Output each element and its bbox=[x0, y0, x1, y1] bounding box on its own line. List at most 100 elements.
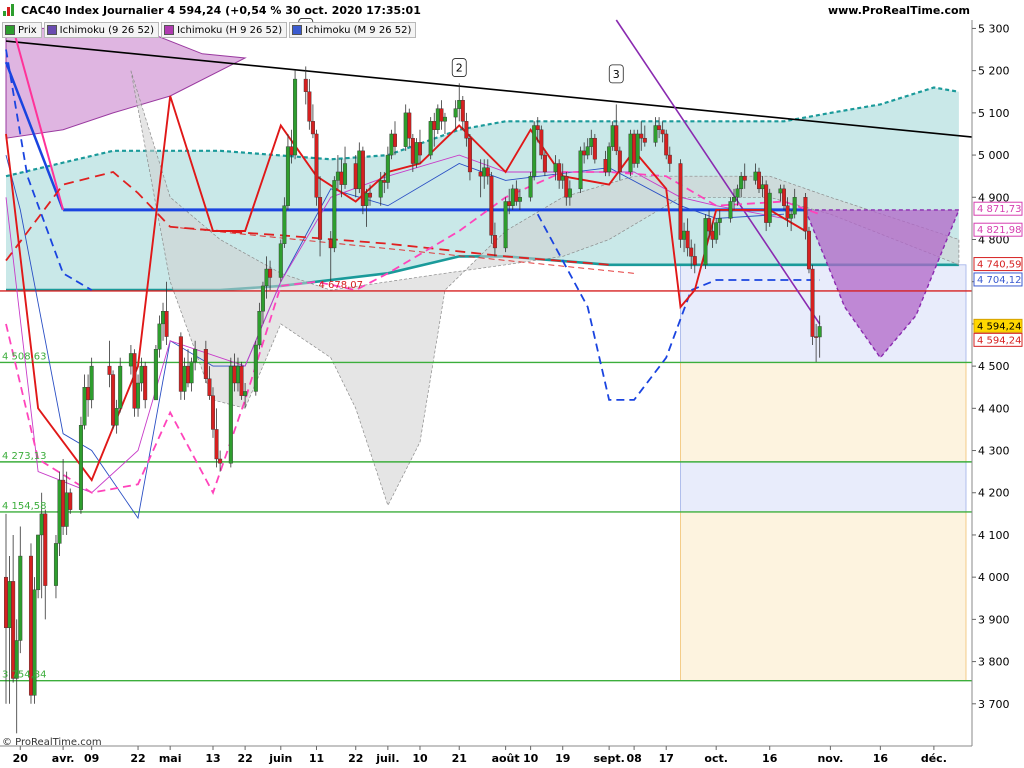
candle-body-109 bbox=[560, 175, 565, 181]
candle-body-122 bbox=[628, 133, 633, 173]
candle-body-114 bbox=[585, 146, 590, 156]
x-tick-label-3: 22 bbox=[130, 752, 145, 765]
price-badge-4: 4 594,24 bbox=[977, 321, 1022, 332]
candle-body-95 bbox=[489, 175, 494, 236]
candle-body-155 bbox=[789, 213, 794, 219]
candle-body-92 bbox=[478, 171, 483, 177]
candle-body-104 bbox=[535, 125, 540, 130]
candle-body-96 bbox=[492, 235, 497, 249]
candle-body-28 bbox=[153, 349, 158, 401]
instrument-title: CAC40 Index Journalier 4 594,24 (+0,54 %… bbox=[21, 3, 421, 17]
candle-body-51 bbox=[268, 268, 273, 278]
price-badge-1: 4 821,98 bbox=[977, 225, 1022, 236]
legend-swatch-icon bbox=[5, 25, 15, 35]
y-axis-panel bbox=[972, 20, 1024, 746]
candle-body-157 bbox=[803, 197, 808, 232]
candle-body-148 bbox=[757, 171, 762, 190]
candle-body-74 bbox=[385, 154, 390, 183]
x-tick-label-4: mai bbox=[159, 752, 182, 765]
candle-body-150 bbox=[764, 184, 769, 223]
candle-body-63 bbox=[332, 180, 337, 249]
candle-body-33 bbox=[182, 365, 187, 392]
site-url[interactable]: www.ProRealTime.com bbox=[828, 0, 970, 20]
candle-body-105 bbox=[539, 129, 544, 156]
x-tick-label-13: août bbox=[492, 752, 520, 765]
y-tick-label-0: 3 700 bbox=[978, 698, 1010, 711]
candle-body-18 bbox=[89, 365, 94, 401]
candle-body-142 bbox=[728, 201, 733, 219]
candle-body-126 bbox=[642, 137, 647, 143]
price-badge-5: 4 594,24 bbox=[977, 335, 1022, 346]
candle-body-30 bbox=[161, 311, 166, 325]
x-tick-label-23: déc. bbox=[921, 752, 947, 765]
legend-label: Ichimoku (H 9 26 52) bbox=[177, 24, 283, 36]
candle-body-138 bbox=[707, 218, 712, 232]
price-chart[interactable]: 4 508,63 4 273,13 4 154,58 3 754,84 4 678,07… bbox=[0, 0, 1024, 768]
x-tick-label-0: 20 bbox=[13, 752, 29, 765]
candle-body-22 bbox=[118, 365, 123, 409]
candle-body-87 bbox=[453, 108, 458, 118]
legend-swatch-icon bbox=[46, 25, 57, 35]
candle-body-68 bbox=[357, 150, 362, 190]
candle-body-70 bbox=[364, 192, 369, 206]
y-tick-label-15: 5 200 bbox=[978, 65, 1010, 78]
price-badge-0: 4 871,73 bbox=[977, 204, 1022, 215]
candle-body-24 bbox=[132, 353, 137, 409]
candle-body-59 bbox=[310, 121, 315, 135]
candle-body-57 bbox=[303, 78, 308, 92]
bar-chart-icon bbox=[3, 4, 17, 16]
x-tick-label-9: 22 bbox=[348, 752, 363, 765]
candle-body-100 bbox=[514, 188, 519, 202]
candle-body-161 bbox=[817, 326, 822, 338]
candle-body-118 bbox=[607, 146, 612, 173]
candle-body-1 bbox=[7, 581, 12, 629]
y-tick-label-13: 5 000 bbox=[978, 149, 1010, 162]
candle-body-10 bbox=[53, 543, 58, 586]
candle-body-21 bbox=[114, 408, 119, 426]
projection-box-orange-2 bbox=[680, 511, 967, 682]
candle-body-0 bbox=[3, 576, 8, 629]
candle-body-156 bbox=[792, 197, 797, 215]
candle-body-38 bbox=[207, 378, 212, 396]
candle-body-66 bbox=[343, 163, 348, 185]
candle-body-42 bbox=[228, 365, 233, 464]
candle-body-13 bbox=[64, 492, 69, 527]
candle-body-79 bbox=[410, 137, 415, 164]
candle-body-134 bbox=[685, 230, 690, 249]
candle-body-139 bbox=[710, 230, 715, 240]
candle-body-137 bbox=[703, 218, 708, 266]
candle-body-131 bbox=[667, 154, 672, 164]
candle-body-146 bbox=[742, 175, 747, 181]
candle-body-125 bbox=[639, 133, 644, 139]
y-tick-label-3: 4 000 bbox=[978, 571, 1010, 584]
candle-body-75 bbox=[389, 133, 394, 156]
candle-body-76 bbox=[392, 133, 397, 147]
legend-item-1[interactable]: Ichimoku (9 26 52) bbox=[43, 22, 160, 38]
projection-box-blue-2 bbox=[680, 461, 967, 513]
x-tick-label-15: 19 bbox=[555, 752, 570, 765]
level-label-4: 4 678,07 bbox=[318, 280, 363, 291]
x-tick-label-19: oct. bbox=[704, 752, 728, 765]
candle-body-16 bbox=[82, 387, 87, 426]
candle-body-99 bbox=[510, 188, 515, 206]
legend-item-0[interactable]: Prix bbox=[2, 22, 42, 38]
y-tick-label-8: 4 500 bbox=[978, 360, 1010, 373]
price-badge-3: 4 704,12 bbox=[977, 275, 1022, 286]
x-tick-label-22: 16 bbox=[873, 752, 889, 765]
candle-body-72 bbox=[378, 180, 383, 198]
legend-item-2[interactable]: Ichimoku (H 9 26 52) bbox=[161, 22, 288, 38]
legend-item-3[interactable]: Ichimoku (M 9 26 52) bbox=[289, 22, 417, 38]
candle-body-97 bbox=[503, 201, 508, 249]
candle-body-26 bbox=[139, 365, 144, 384]
x-tick-label-18: 17 bbox=[659, 752, 674, 765]
candle-body-64 bbox=[335, 171, 340, 181]
candle-body-77 bbox=[403, 112, 408, 147]
candle-body-123 bbox=[632, 133, 637, 164]
prorealtime-chart-window: 4 508,63 4 273,13 4 154,58 3 754,84 4 678,07… bbox=[0, 0, 1024, 768]
candle-body-152 bbox=[778, 188, 783, 194]
candle-body-43 bbox=[232, 365, 237, 384]
candle-body-88 bbox=[457, 99, 462, 109]
candle-body-102 bbox=[528, 175, 533, 198]
candle-body-41 bbox=[218, 458, 223, 464]
candle-body-73 bbox=[382, 180, 387, 183]
